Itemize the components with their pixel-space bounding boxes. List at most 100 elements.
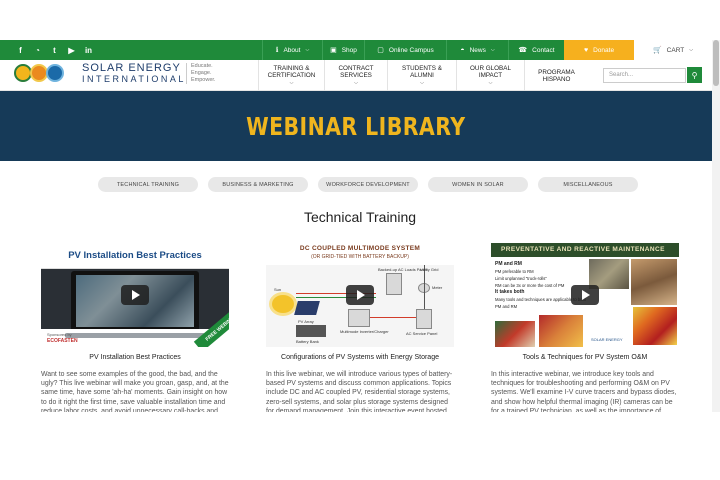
chevron-down-icon: ⌵ xyxy=(490,47,495,53)
tagline-line: Engage. xyxy=(191,70,212,76)
thumb-title: PREVENTATIVE AND REACTIVE MAINTENANCE xyxy=(501,246,665,253)
tagline-line: Educate. xyxy=(191,63,213,69)
diagram-label: Backed-up AC Loads Panel xyxy=(378,267,427,272)
diagram-label: Meter xyxy=(432,285,443,290)
page-hero: WEBINAR LIBRARY xyxy=(0,91,712,161)
facebook-icon[interactable]: f xyxy=(12,40,29,60)
filter-workforce-development[interactable]: WORKFORCE DEVELOPMENT xyxy=(318,177,418,192)
youtube-icon[interactable]: ▶ xyxy=(63,40,80,60)
video-thumbnail[interactable]: PREVENTATIVE AND REACTIVE MAINTENANCE PM… xyxy=(491,243,679,347)
loads-panel-box xyxy=(386,273,402,295)
about-menu[interactable]: ℹ About ⌵ xyxy=(262,40,322,60)
cart-button[interactable]: 🛒 CART ⌵ xyxy=(634,40,712,60)
logo-wordmark[interactable]: SOLAR ENERGY INTERNATIONAL xyxy=(82,62,186,85)
nav-contract-services[interactable]: CONTRACT SERVICES ⌵ xyxy=(324,60,387,91)
nav-training-certification[interactable]: TRAINING & CERTIFICATION ⌵ xyxy=(258,60,324,91)
section-title: Technical Training xyxy=(303,209,417,225)
contact-label: Contact xyxy=(532,46,555,54)
nav-label: TRAINING & xyxy=(273,64,310,72)
webinar-title[interactable]: Configurations of PV Systems with Energy… xyxy=(266,354,454,361)
diagram-label: Sun xyxy=(274,287,282,292)
webinar-description: Want to see some examples of the good, t… xyxy=(41,371,229,412)
filter-business-marketing[interactable]: BUSINESS & MARKETING xyxy=(208,177,308,192)
diagram-label: AC Service Panel xyxy=(406,331,438,336)
shop-label: Shop xyxy=(341,46,357,54)
video-thumbnail[interactable]: PV Installation Best Practices Sponsored… xyxy=(41,243,229,347)
webinar-title[interactable]: PV Installation Best Practices xyxy=(41,354,229,361)
donate-label: Donate xyxy=(593,46,615,54)
webinar-card: PV Installation Best Practices Sponsored… xyxy=(41,243,229,412)
nav-students-alumni[interactable]: STUDENTS & ALUMNI ⌵ xyxy=(387,60,456,91)
thumb-title: DC COUPLED MULTIMODE SYSTEM xyxy=(299,245,421,252)
monitor-icon: ▢ xyxy=(377,47,384,54)
contact-link[interactable]: ☎ Contact xyxy=(508,40,564,60)
field-photo xyxy=(495,321,535,347)
scrollbar-thumb[interactable] xyxy=(713,40,719,86)
sponsor-brand: ECOFASTEN xyxy=(47,338,78,344)
logo-international: INTERNATIONAL xyxy=(82,74,186,84)
logo-name: SOLAR ENERGY xyxy=(82,62,181,74)
nav-label: STUDENTS & ALUMNI xyxy=(402,64,442,79)
thumb-bullet: Limit unplanned "truck-rolls" xyxy=(495,276,547,281)
donate-button[interactable]: ♥ Donate xyxy=(564,40,634,60)
thumb-title: PV Installation Best Practices xyxy=(68,250,202,261)
diagram-label: Battery Bank xyxy=(296,339,319,344)
main-nav: TRAINING & CERTIFICATION ⌵ CONTRACT SERV… xyxy=(258,60,588,91)
chevron-down-icon: ⌵ xyxy=(354,79,358,86)
play-button-icon[interactable] xyxy=(571,285,599,305)
technician-photo xyxy=(631,259,677,305)
webinar-card: PREVENTATIVE AND REACTIVE MAINTENANCE PM… xyxy=(491,243,679,412)
thumb-subtitle: (OR GRID-TIED WITH BATTERY BACKUP) xyxy=(311,254,409,260)
sponsor-label: Sponsored by xyxy=(47,332,72,337)
chevron-down-icon: ⌵ xyxy=(305,47,310,53)
twitter-icon[interactable]: t xyxy=(46,40,63,60)
heart-icon: ♥ xyxy=(583,46,589,54)
browser-viewport: f ◔ t ▶ in ℹ About ⌵ ▣ Shop ▢ Online Cam… xyxy=(0,40,712,412)
vertical-scrollbar[interactable] xyxy=(712,40,720,412)
shop-icon: ▣ xyxy=(330,47,337,54)
info-icon: ℹ xyxy=(275,47,279,54)
linkedin-icon[interactable]: in xyxy=(80,40,97,60)
filter-technical-training[interactable]: TECHNICAL TRAINING xyxy=(98,177,198,192)
diagram-label: Multimode Inverter/Charger xyxy=(340,329,389,334)
webinar-description: In this live webinar, we will introduce … xyxy=(266,371,453,412)
webinar-title[interactable]: Tools & Techniques for PV System O&M xyxy=(491,354,679,361)
inverter-box xyxy=(348,309,370,327)
webinar-card: DC COUPLED MULTIMODE SYSTEM (OR GRID-TIE… xyxy=(266,243,454,412)
nav-label: CERTIFICATION xyxy=(267,71,316,79)
play-button-icon[interactable] xyxy=(121,285,149,305)
nav-label: PROGRAMA HISPANO xyxy=(538,68,575,83)
search-button[interactable]: ⚲ xyxy=(687,67,702,83)
sei-small-logo: SOLAR ENERGY xyxy=(591,337,623,342)
filter-miscellaneous[interactable]: MISCELLANEOUS xyxy=(538,177,638,192)
ac-wire xyxy=(370,317,416,318)
online-campus-link[interactable]: ▢ Online Campus xyxy=(364,40,446,60)
phone-icon: ☎ xyxy=(518,47,528,54)
rss-icon[interactable]: ◔ xyxy=(29,40,46,60)
nav-global-impact[interactable]: OUR GLOBAL IMPACT ⌵ xyxy=(456,60,524,91)
sei-logo[interactable] xyxy=(14,64,64,82)
tagline: Educate. Engage. Empower. xyxy=(186,63,215,84)
nav-label: OUR GLOBAL IMPACT xyxy=(470,64,511,79)
news-menu[interactable]: ◓ News ⌵ xyxy=(446,40,508,60)
search-input[interactable]: Search... xyxy=(603,68,686,83)
diagram-label: PV Array xyxy=(298,319,314,324)
thermal-image xyxy=(633,307,677,345)
nav-programa-hispano[interactable]: PROGRAMA HISPANO xyxy=(524,60,588,91)
news-label: News xyxy=(469,46,486,54)
battery-icon xyxy=(296,325,326,337)
tagline-line: Empower. xyxy=(191,77,216,83)
thumb-bullet: PM preferable to RM xyxy=(495,269,534,274)
video-thumbnail[interactable]: DC COUPLED MULTIMODE SYSTEM (OR GRID-TIE… xyxy=(266,243,454,347)
filter-women-in-solar[interactable]: WOMEN IN SOLAR xyxy=(428,177,528,192)
site-header: SOLAR ENERGY INTERNATIONAL Educate. Enga… xyxy=(0,60,712,91)
sun-icon xyxy=(272,295,294,313)
online-campus-label: Online Campus xyxy=(388,46,434,54)
chevron-down-icon: ⌵ xyxy=(289,79,294,86)
cart-label: CART xyxy=(666,46,685,54)
chevron-down-icon: ⌵ xyxy=(689,47,694,53)
play-button-icon[interactable] xyxy=(346,285,374,305)
rss-icon: ◓ xyxy=(460,46,465,54)
laptop-base xyxy=(65,333,205,338)
shop-link[interactable]: ▣ Shop xyxy=(322,40,364,60)
